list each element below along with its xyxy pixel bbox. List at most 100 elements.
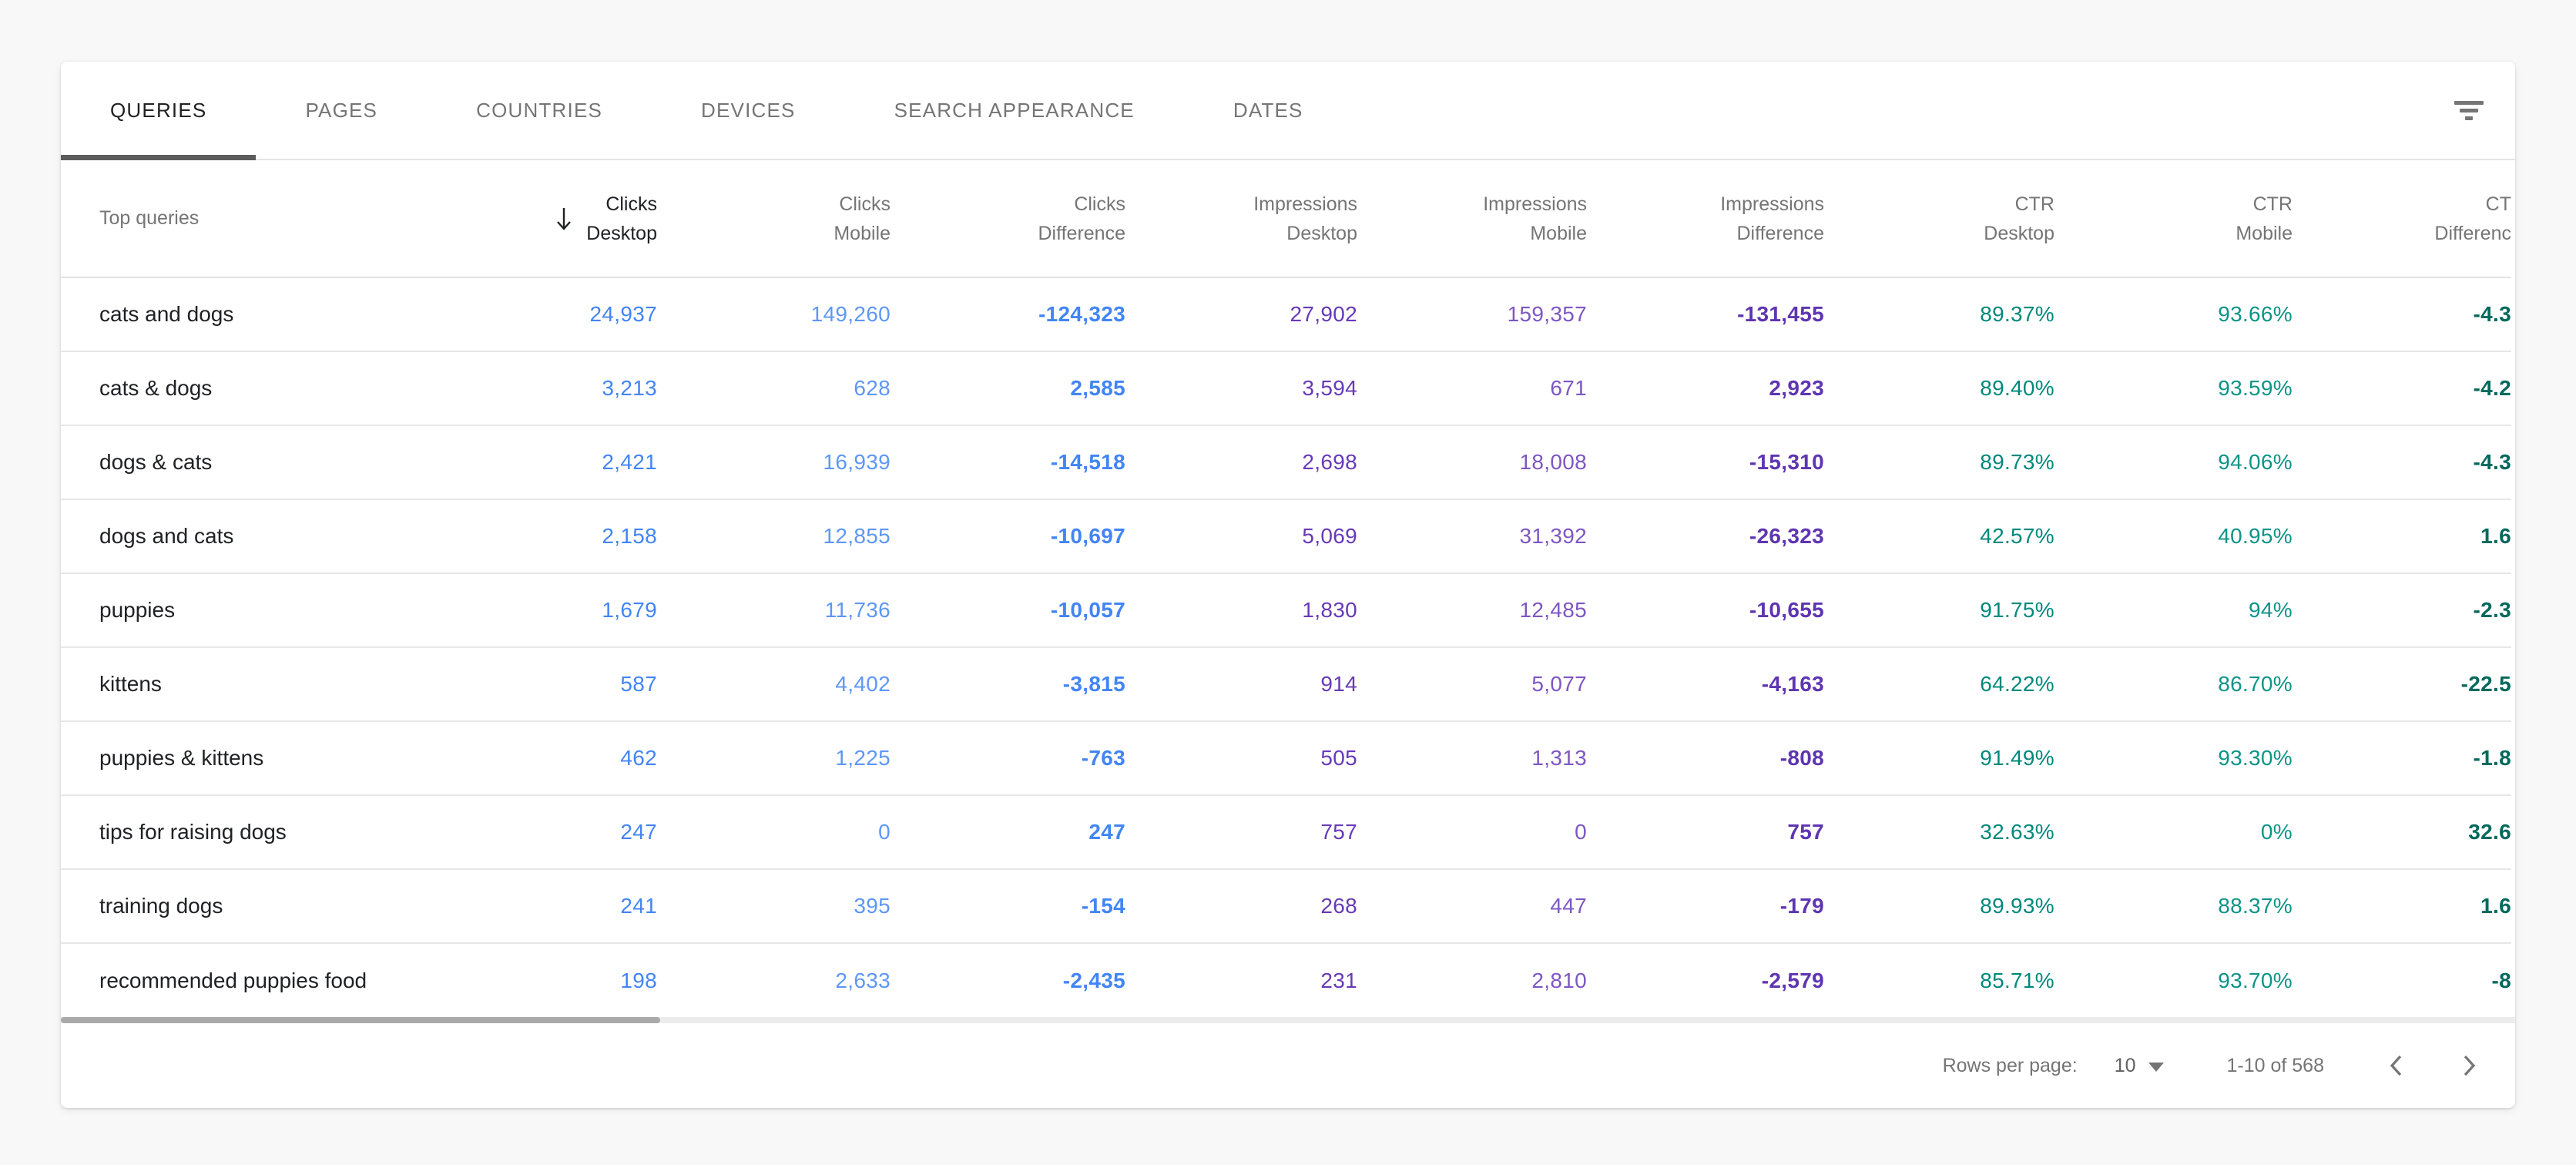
cell-value: 3,594 bbox=[1302, 376, 1357, 400]
active-tab-underline bbox=[61, 155, 257, 160]
tab-pages[interactable]: PAGES bbox=[256, 62, 427, 159]
column-header-impressions-mobile[interactable]: Impressions Mobile bbox=[1357, 160, 1587, 277]
cell-value: -4.3 bbox=[2473, 302, 2511, 326]
cell-value: 2,698 bbox=[1302, 450, 1357, 474]
column-header-clicks-mobile[interactable]: Clicks Mobile bbox=[657, 160, 891, 277]
query-cell: cats and dogs bbox=[99, 302, 234, 326]
cell-value: -1.8 bbox=[2473, 746, 2511, 770]
cell-value: 2,923 bbox=[1769, 376, 1824, 400]
cell-value: 0 bbox=[878, 820, 891, 844]
previous-page-button[interactable] bbox=[2384, 1052, 2409, 1079]
tab-dates[interactable]: DATES bbox=[1184, 62, 1353, 159]
cell-value: -131,455 bbox=[1737, 302, 1824, 326]
cell-value: -3,815 bbox=[1062, 672, 1125, 696]
next-page-button[interactable] bbox=[2457, 1052, 2481, 1079]
tab-queries[interactable]: QUERIES bbox=[61, 62, 257, 160]
cell-value: -14,518 bbox=[1050, 450, 1125, 474]
query-cell: training dogs bbox=[99, 894, 223, 918]
cell-value: 89.73% bbox=[1980, 450, 2054, 474]
cell-value: 93.66% bbox=[2218, 302, 2293, 326]
cell-value: 32.63% bbox=[1980, 820, 2054, 844]
table-row[interactable]: dogs and cats 2,158 12,855 -10,697 5,069 31,3… bbox=[61, 499, 2511, 573]
table-row[interactable]: recommended puppies food 198 2,633 -2,435 23… bbox=[61, 943, 2511, 1017]
cell-value: 757 bbox=[1787, 820, 1824, 844]
table-row[interactable]: puppies & kittens 462 1,225 -763 505 1,313 -80… bbox=[61, 721, 2511, 795]
column-header-impressions-desktop[interactable]: Impressions Desktop bbox=[1125, 160, 1357, 277]
table-row[interactable]: cats and dogs 24,937 149,260 -124,323 27,902… bbox=[61, 277, 2511, 351]
table-row[interactable]: tips for raising dogs 247 0 247 757 0 757 32.63… bbox=[61, 795, 2511, 869]
cell-value: 1,830 bbox=[1302, 598, 1357, 622]
cell-value: 462 bbox=[620, 746, 657, 770]
table-row[interactable]: dogs & cats 2,421 16,939 -14,518 2,698 18,008… bbox=[61, 425, 2511, 499]
pagination-range: 1-10 of 568 bbox=[2226, 1054, 2325, 1076]
cell-value: 757 bbox=[1320, 820, 1357, 844]
cell-value: -4.2 bbox=[2473, 376, 2511, 400]
cell-value: 18,008 bbox=[1519, 450, 1587, 474]
tab-countries[interactable]: COUNTRIES bbox=[427, 62, 652, 159]
cell-value: 628 bbox=[854, 376, 891, 400]
cell-value: 4,402 bbox=[835, 672, 891, 696]
cell-value: 149,260 bbox=[810, 302, 891, 326]
cell-value: -179 bbox=[1779, 894, 1824, 918]
cell-value: -10,655 bbox=[1749, 598, 1824, 622]
cell-value: 231 bbox=[1320, 968, 1357, 992]
queries-table: Top queries Clicks Desktop Clicks Mobile Clic… bbox=[61, 160, 2511, 1017]
cell-value: 94% bbox=[2249, 598, 2293, 622]
filter-button[interactable] bbox=[2449, 90, 2489, 130]
table-row[interactable]: cats & dogs 3,213 628 2,585 3,594 671 2,923 89.… bbox=[61, 351, 2511, 425]
cell-value: 24,937 bbox=[589, 302, 657, 326]
cell-value: 671 bbox=[1550, 376, 1587, 400]
horizontal-scrollbar-thumb[interactable] bbox=[61, 1017, 660, 1023]
cell-value: 1.6 bbox=[2480, 894, 2511, 918]
cell-value: 2,158 bbox=[602, 524, 657, 548]
sort-arrow-down-icon bbox=[557, 207, 572, 230]
cell-value: 1,679 bbox=[602, 598, 657, 622]
cell-value: -8 bbox=[2491, 968, 2511, 992]
rows-per-page-select[interactable]: 10 bbox=[2115, 1055, 2164, 1077]
cell-value: 914 bbox=[1320, 672, 1357, 696]
cell-value: -10,697 bbox=[1050, 524, 1125, 548]
query-cell: puppies bbox=[99, 598, 176, 622]
column-header-clicks-difference[interactable]: Clicks Difference bbox=[891, 160, 1126, 277]
table-row[interactable]: kittens 587 4,402 -3,815 914 5,077 -4,163 64.22… bbox=[61, 647, 2511, 721]
cell-value: 0 bbox=[1575, 820, 1587, 844]
column-header-ctr-desktop[interactable]: CTR Desktop bbox=[1824, 160, 2054, 277]
cell-value: 91.75% bbox=[1980, 598, 2054, 622]
tab-label: SEARCH APPEARANCE bbox=[894, 98, 1135, 122]
rows-per-page-label: Rows per page: bbox=[1942, 1054, 2078, 1076]
column-header-impressions-difference[interactable]: Impressions Difference bbox=[1587, 160, 1824, 277]
cell-value: 89.40% bbox=[1980, 376, 2054, 400]
column-header-top-queries[interactable]: Top queries bbox=[61, 160, 423, 277]
cell-value: 86.70% bbox=[2218, 672, 2293, 696]
cell-value: -2.3 bbox=[2473, 598, 2511, 622]
table-row[interactable]: training dogs 241 395 -154 268 447 -179 89.93% 8… bbox=[61, 869, 2511, 943]
dropdown-arrow-icon bbox=[2148, 1063, 2164, 1072]
cell-value: 89.93% bbox=[1980, 894, 2054, 918]
table-row[interactable]: puppies 1,679 11,736 -10,057 1,830 12,485 -10,… bbox=[61, 573, 2511, 647]
cell-value: 91.49% bbox=[1980, 746, 2054, 770]
cell-value: -10,057 bbox=[1050, 598, 1125, 622]
cell-value: -763 bbox=[1081, 746, 1125, 770]
column-header-ct-differenc[interactable]: CT Differenc bbox=[2293, 160, 2511, 277]
cell-value: 159,357 bbox=[1507, 302, 1587, 326]
cell-value: 395 bbox=[854, 894, 891, 918]
cell-value: -2,579 bbox=[1761, 968, 1824, 992]
query-cell: dogs and cats bbox=[99, 524, 234, 548]
cell-value: -4,163 bbox=[1761, 672, 1824, 696]
tab-search-appearance[interactable]: SEARCH APPEARANCE bbox=[845, 62, 1184, 159]
column-header-clicks-desktop[interactable]: Clicks Desktop bbox=[423, 160, 657, 277]
tab-bar: QUERIES PAGES COUNTRIES DEVICES SEARCH APPEA… bbox=[61, 62, 2515, 160]
cell-value: 40.95% bbox=[2218, 524, 2293, 548]
cell-value: 268 bbox=[1320, 894, 1357, 918]
cell-value: 42.57% bbox=[1980, 524, 2054, 548]
column-header-ctr-mobile[interactable]: CTR Mobile bbox=[2054, 160, 2293, 277]
query-cell: dogs & cats bbox=[99, 450, 213, 474]
cell-value: 1,313 bbox=[1531, 746, 1587, 770]
tab-label: DATES bbox=[1233, 98, 1303, 122]
cell-value: 88.37% bbox=[2218, 894, 2293, 918]
cell-value: 587 bbox=[620, 672, 657, 696]
tab-devices[interactable]: DEVICES bbox=[652, 62, 845, 159]
header-row: Top queries Clicks Desktop Clicks Mobile Clic… bbox=[61, 160, 2511, 277]
cell-value: 93.30% bbox=[2218, 746, 2293, 770]
cell-value: -26,323 bbox=[1749, 524, 1824, 548]
